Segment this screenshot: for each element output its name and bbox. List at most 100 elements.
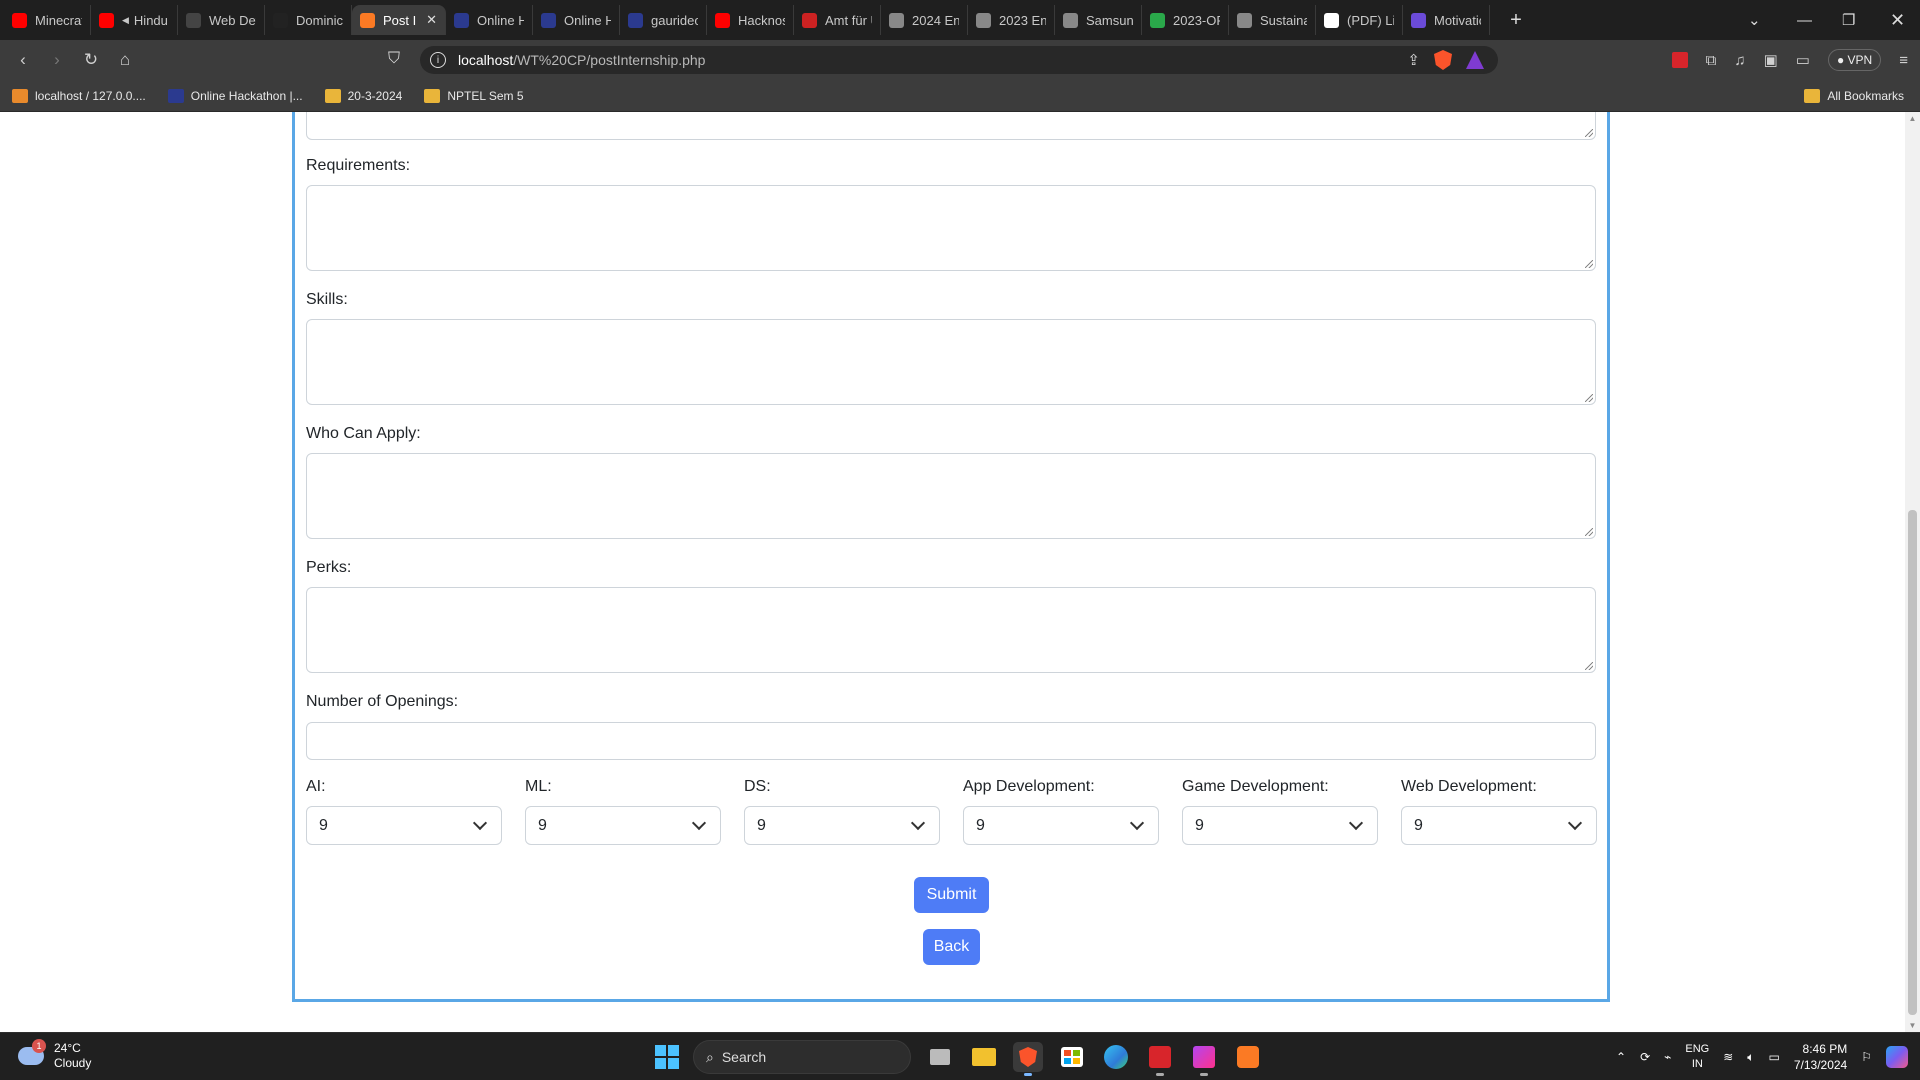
- tab[interactable]: Web Dev: [178, 5, 265, 35]
- sync-icon[interactable]: ⟳: [1640, 1050, 1650, 1064]
- extensions-icon[interactable]: ⧉: [1706, 52, 1717, 69]
- forward-arrow-icon[interactable]: ›: [40, 50, 74, 70]
- sidebar-icon[interactable]: ▣: [1764, 51, 1778, 69]
- url-path: /WT%20CP/postInternship.php: [513, 52, 706, 68]
- address-bar[interactable]: i localhost/WT%20CP/postInternship.php ⇪: [420, 46, 1498, 74]
- taskbar-search[interactable]: ⌕ Search: [693, 1040, 911, 1074]
- ds-select[interactable]: 9: [744, 806, 940, 845]
- skills-textarea[interactable]: [306, 319, 1596, 405]
- web-dev-select[interactable]: 9: [1401, 806, 1597, 845]
- scroll-down-icon[interactable]: ▼: [1908, 1021, 1917, 1030]
- app-dev-select[interactable]: 9: [963, 806, 1159, 845]
- bookmark-folder-nptel[interactable]: NPTEL Sem 5: [424, 88, 524, 103]
- bookmark-page-icon[interactable]: ⛉: [388, 50, 400, 68]
- tab[interactable]: Amt für U: [794, 5, 881, 35]
- brave-rewards-icon[interactable]: [1466, 51, 1484, 69]
- youtube-icon: [99, 12, 114, 28]
- wifi-icon[interactable]: ≋: [1723, 1050, 1733, 1064]
- minimize-button[interactable]: —: [1797, 0, 1812, 40]
- resize-handle[interactable]: [1585, 260, 1593, 268]
- close-window-button[interactable]: ✕: [1890, 0, 1905, 40]
- openings-input[interactable]: [306, 722, 1596, 760]
- back-button[interactable]: Back: [923, 929, 980, 965]
- tab[interactable]: Online Ha: [446, 5, 533, 35]
- perks-textarea[interactable]: [306, 587, 1596, 673]
- ai-select[interactable]: 9: [306, 806, 502, 845]
- tab[interactable]: Samsung: [1055, 5, 1142, 35]
- wallet-icon[interactable]: ▭: [1796, 51, 1810, 69]
- tab[interactable]: 2023 Envi: [968, 5, 1055, 35]
- file-explorer-icon[interactable]: [969, 1042, 999, 1072]
- resize-handle[interactable]: [1585, 528, 1593, 536]
- scroll-up-icon[interactable]: ▲: [1908, 114, 1917, 123]
- back-arrow-icon[interactable]: ‹: [6, 50, 40, 70]
- audio-playing-icon[interactable]: ◀: [122, 15, 129, 26]
- resize-handle[interactable]: [1585, 129, 1593, 137]
- clock[interactable]: 8:46 PM 7/13/2024: [1794, 1041, 1847, 1073]
- edge-icon[interactable]: [1101, 1042, 1131, 1072]
- tab-active[interactable]: Post I ✕: [352, 5, 446, 35]
- close-tab-icon[interactable]: ✕: [426, 12, 437, 28]
- tab-label: 2024 Envi: [912, 12, 959, 28]
- lang-top: ENG: [1685, 1043, 1710, 1055]
- submit-button[interactable]: Submit: [914, 877, 989, 913]
- tab[interactable]: Hacknosis: [707, 5, 794, 35]
- tab-label: 2023-OPF: [1173, 12, 1220, 28]
- language-indicator[interactable]: ENG IN: [1685, 1042, 1709, 1072]
- windows-start-icon[interactable]: [655, 1045, 679, 1069]
- scrollbar-thumb[interactable]: [1908, 510, 1917, 1015]
- weather-widget[interactable]: 1 24°C Cloudy: [18, 1039, 91, 1071]
- media-icon[interactable]: ♫: [1734, 52, 1745, 69]
- battery-icon[interactable]: ▭: [1769, 1050, 1780, 1064]
- home-icon[interactable]: ⌂: [108, 50, 142, 70]
- copilot-icon[interactable]: [1886, 1046, 1908, 1068]
- share-icon[interactable]: ⇪: [1407, 51, 1420, 69]
- tab[interactable]: Dominic: [265, 5, 352, 35]
- site-icon: [802, 12, 817, 28]
- all-bookmarks-button[interactable]: All Bookmarks: [1804, 89, 1904, 103]
- acrobat-icon[interactable]: [1145, 1042, 1175, 1076]
- phpstorm-icon[interactable]: [1189, 1042, 1219, 1076]
- new-tab-button[interactable]: +: [1504, 9, 1528, 32]
- game-dev-select[interactable]: 9: [1182, 806, 1378, 845]
- ml-select[interactable]: 9: [525, 806, 721, 845]
- tab[interactable]: (PDF) Life: [1316, 5, 1403, 35]
- page-scrollbar[interactable]: ▲ ▼: [1905, 112, 1920, 1032]
- reload-icon[interactable]: ↻: [74, 50, 108, 70]
- resize-handle[interactable]: [1585, 662, 1593, 670]
- pdf-extension-icon[interactable]: [1671, 52, 1688, 68]
- tab[interactable]: gaurideo: [620, 5, 707, 35]
- tab[interactable]: Online Ha: [533, 5, 620, 35]
- microsoft-store-icon[interactable]: [1057, 1042, 1087, 1072]
- vpn-button[interactable]: ● VPN: [1827, 49, 1882, 71]
- who-can-apply-textarea[interactable]: [306, 453, 1596, 539]
- restore-button[interactable]: ❐: [1842, 0, 1855, 40]
- web-dev-label: Web Development:: [1401, 778, 1537, 795]
- notifications-icon[interactable]: ⚐: [1861, 1050, 1872, 1064]
- bookmark-phpmyadmin[interactable]: localhost / 127.0.0....: [12, 88, 146, 103]
- bookmark-folder-20-3-2024[interactable]: 20-3-2024: [324, 88, 402, 103]
- menu-icon[interactable]: ≡: [1899, 52, 1908, 69]
- resize-handle[interactable]: [1585, 394, 1593, 402]
- app-dev-label: App Development:: [963, 778, 1095, 795]
- folder-icon: [424, 88, 441, 103]
- previous-textarea[interactable]: [306, 112, 1596, 140]
- brave-shields-icon[interactable]: [1434, 50, 1452, 70]
- bookmark-online-hackathon[interactable]: Online Hackathon |...: [167, 88, 303, 103]
- volume-icon[interactable]: 🔈︎: [1747, 1050, 1754, 1065]
- tab[interactable]: Sustainab: [1229, 5, 1316, 35]
- brave-browser-icon[interactable]: [1013, 1042, 1043, 1076]
- tab[interactable]: Minecraft: [4, 5, 91, 35]
- tab[interactable]: 2024 Envi: [881, 5, 968, 35]
- site-info-icon[interactable]: i: [430, 52, 446, 68]
- ai-select-value: 9: [319, 816, 328, 834]
- tab[interactable]: Motivatio: [1403, 5, 1490, 35]
- tab[interactable]: 2023-OPF: [1142, 5, 1229, 35]
- network-off-icon[interactable]: ⌁: [1664, 1050, 1671, 1064]
- task-view-icon[interactable]: [925, 1042, 955, 1072]
- xampp-icon[interactable]: [1233, 1042, 1263, 1072]
- chevron-up-icon[interactable]: ⌃: [1616, 1050, 1626, 1064]
- requirements-textarea[interactable]: [306, 185, 1596, 271]
- tab-search-chevron-icon[interactable]: ⌄: [1748, 0, 1761, 40]
- tab[interactable]: ◀ Hindu: [91, 5, 178, 35]
